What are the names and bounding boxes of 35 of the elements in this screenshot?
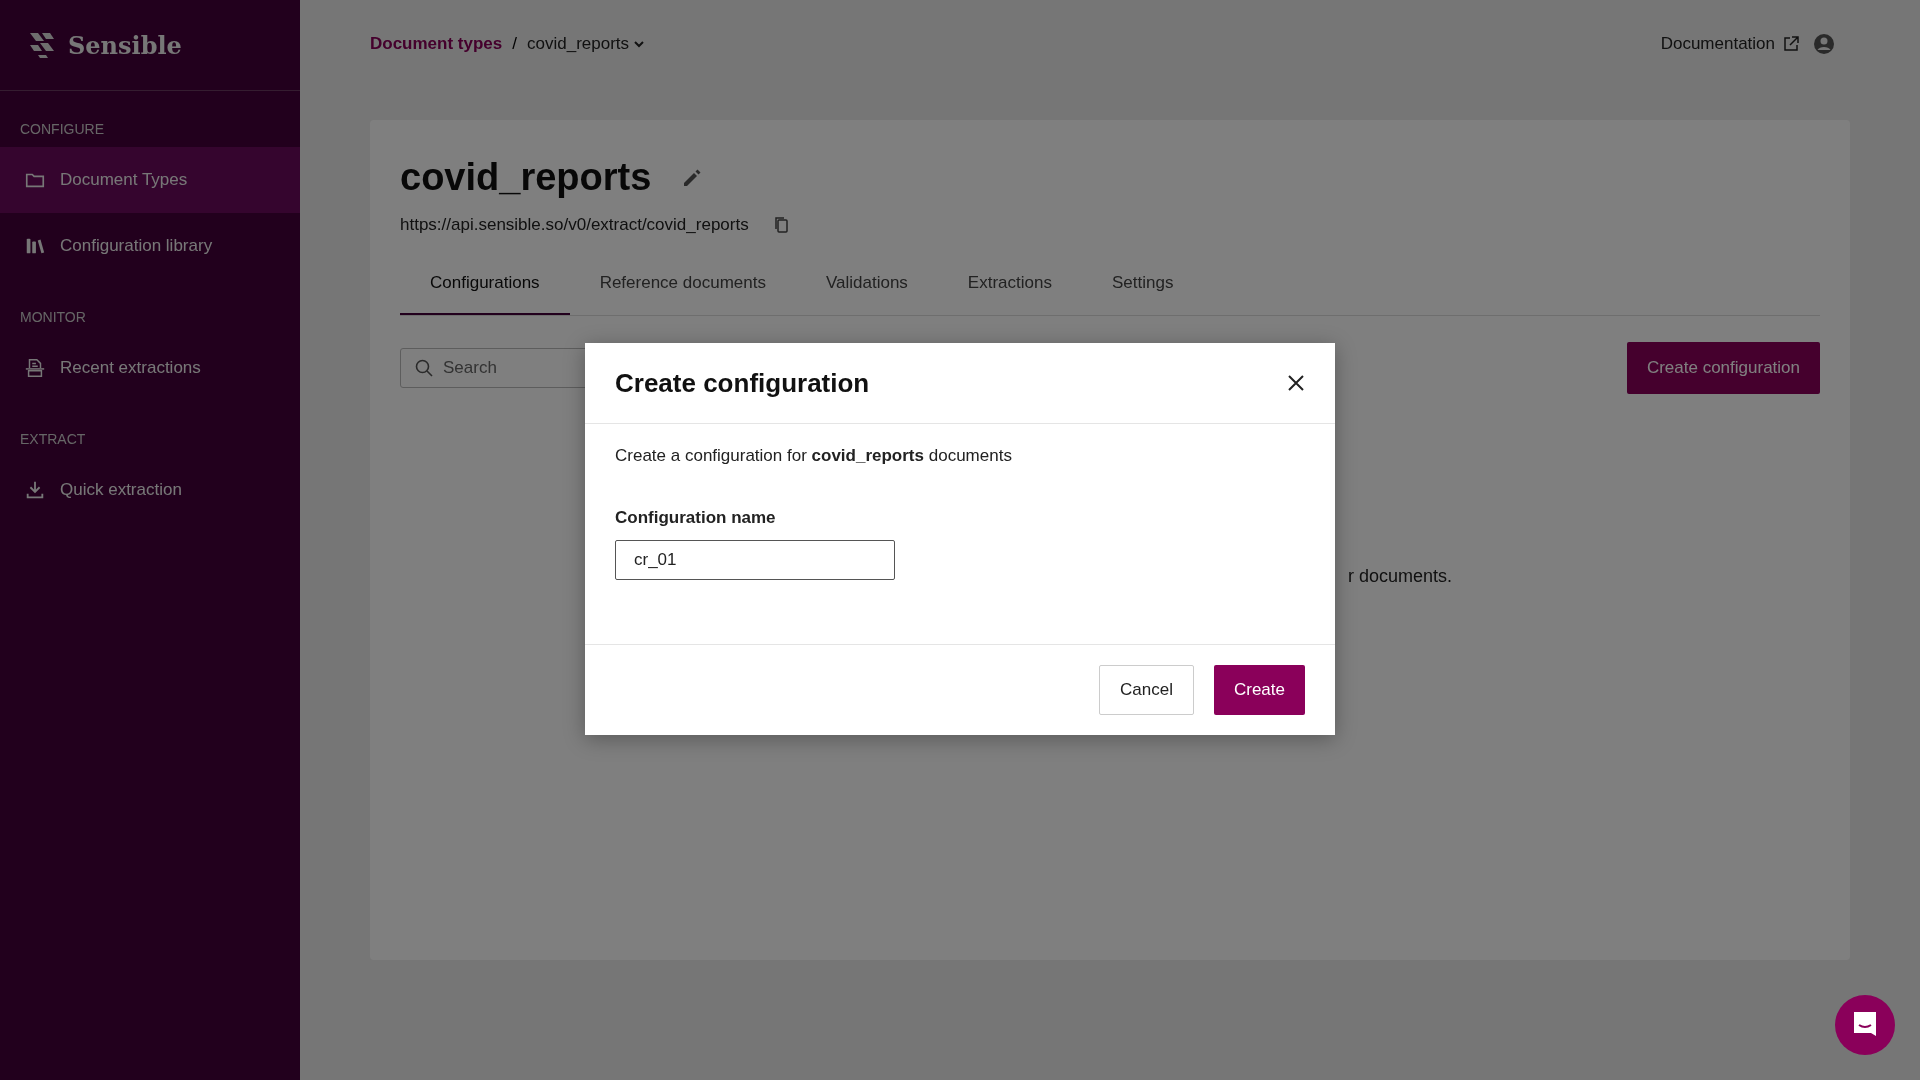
- copy-icon[interactable]: [772, 216, 789, 234]
- page-title: covid_reports: [400, 156, 652, 199]
- breadcrumb-separator: /: [512, 34, 517, 54]
- sidebar-item[interactable]: Configuration library: [0, 213, 300, 279]
- documentation-link[interactable]: Documentation: [1660, 34, 1799, 54]
- search-icon: [415, 359, 433, 377]
- sidebar-item[interactable]: Quick extraction: [0, 457, 300, 523]
- breadcrumb-link[interactable]: Document types: [370, 34, 503, 54]
- tab[interactable]: Reference documents: [569, 259, 796, 315]
- tab[interactable]: Validations: [795, 259, 938, 315]
- field-label: Configuration name: [615, 508, 777, 528]
- create-configuration-button[interactable]: Create configuration: [1626, 342, 1820, 394]
- printer-icon: [24, 357, 46, 379]
- dialog-description: Create a configuration for covid_reports documents: [615, 446, 1013, 466]
- empty-message: r documents.: [1348, 566, 1453, 586]
- section-heading: EXTRACT: [19, 431, 87, 449]
- user-avatar-icon[interactable]: [1813, 33, 1835, 55]
- tab[interactable]: Configurations: [400, 259, 570, 315]
- cancel-button[interactable]: Cancel: [1099, 665, 1194, 715]
- section-heading: MONITOR: [19, 309, 87, 327]
- section-heading: CONFIGURE: [19, 121, 105, 139]
- logo-icon: [28, 31, 56, 59]
- create-button[interactable]: Create: [1213, 665, 1305, 715]
- sidebar-item[interactable]: Document Types: [0, 147, 300, 213]
- tab[interactable]: Extractions: [937, 259, 1082, 315]
- external-link-icon: [1783, 36, 1799, 52]
- tab[interactable]: Settings: [1081, 259, 1204, 315]
- sidebar-item[interactable]: Recent extractions: [0, 335, 300, 401]
- close-icon[interactable]: [1287, 374, 1305, 392]
- api-url: https://api.sensible.so/v0/extract/covid_reports: [400, 215, 749, 235]
- input-field[interactable]: cr_01: [615, 540, 895, 580]
- chevron-down-icon: [633, 38, 646, 50]
- download-icon: [24, 479, 46, 501]
- logo-text: Sensible: [68, 30, 182, 60]
- breadcrumb-dropdown[interactable]: covid_reports: [527, 34, 646, 54]
